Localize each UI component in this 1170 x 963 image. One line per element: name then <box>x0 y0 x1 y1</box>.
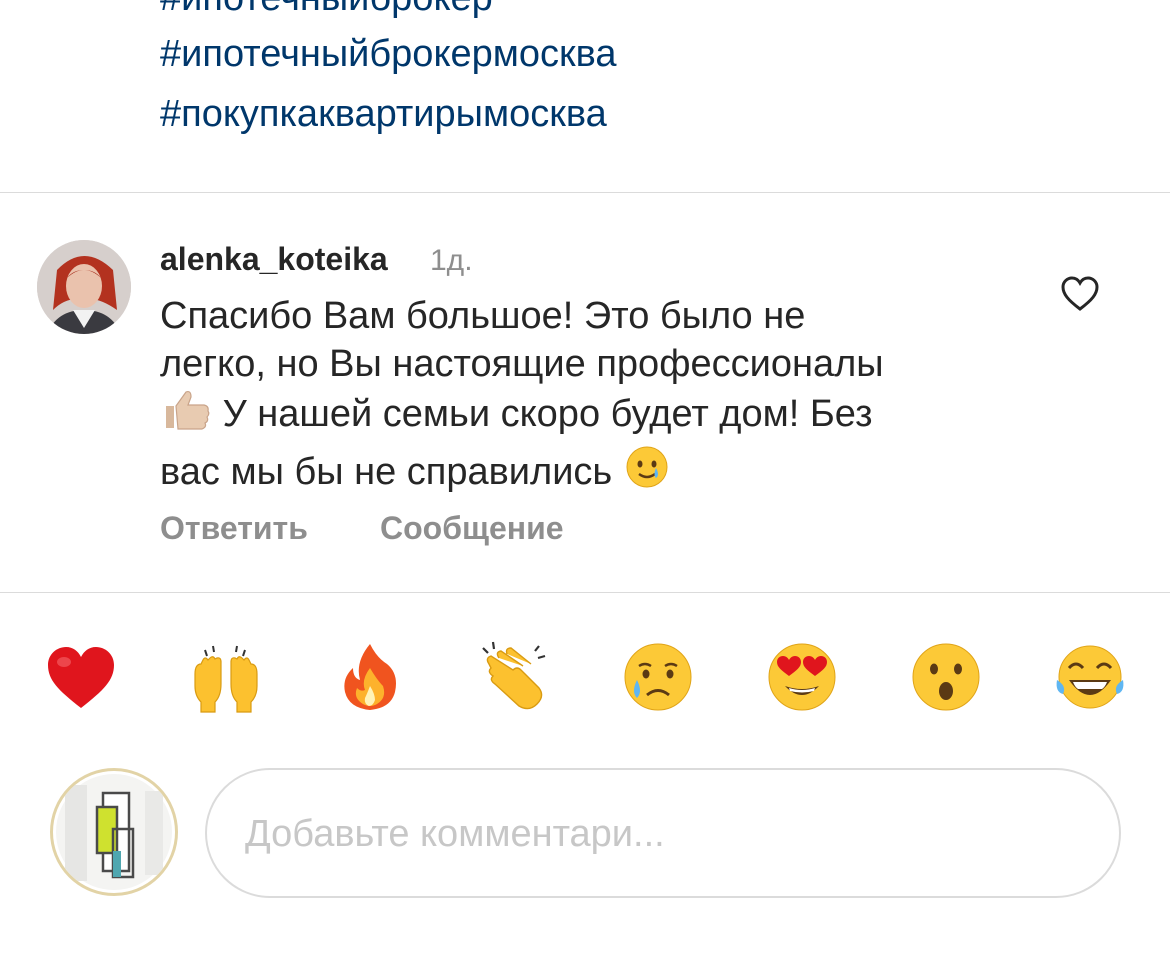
comment-timestamp: 1д. <box>430 244 473 277</box>
heart-outline-icon[interactable] <box>1060 275 1100 313</box>
message-button[interactable]: Сообщение <box>380 508 564 548</box>
comments-screen: #ипотечныйброкер #ипотечныйброкермосква … <box>0 0 1170 963</box>
face-with-open-mouth-emoji-icon[interactable] <box>909 640 983 714</box>
reply-button[interactable]: Ответить <box>160 508 308 548</box>
avatar[interactable] <box>37 240 131 334</box>
comment-text: Спасибо Вам большое! Это было не легко, … <box>160 292 1020 502</box>
raising-hands-emoji-icon[interactable] <box>189 640 263 714</box>
heart-eyes-emoji-icon[interactable] <box>765 640 839 714</box>
comment-line-text: вас мы бы не справились <box>160 451 613 493</box>
current-user-avatar[interactable] <box>50 768 178 896</box>
divider <box>0 592 1170 593</box>
comment-line: У нашей семьи скоро будет дом! Без <box>160 388 1020 444</box>
comment-line: Спасибо Вам большое! Это было не <box>160 295 806 337</box>
comment-line: легко, но Вы настоящие профессионалы <box>160 343 884 385</box>
hashtag-link[interactable]: #ипотечныйброкермосква <box>160 32 617 76</box>
thumbs-up-emoji-icon <box>160 388 212 444</box>
red-heart-emoji-icon[interactable] <box>44 640 118 714</box>
hashtag-link[interactable]: #покупкаквартирымосква <box>160 92 607 136</box>
clapping-hands-emoji-icon[interactable] <box>477 640 551 714</box>
comment-username[interactable]: alenka_koteika <box>160 240 388 278</box>
comment-composer <box>205 768 1121 898</box>
hashtag-link[interactable]: #ипотечныйброкер <box>160 0 493 20</box>
fire-emoji-icon[interactable] <box>333 640 407 714</box>
divider <box>0 192 1170 193</box>
comment-line-text: У нашей семьи скоро будет дом! Без <box>222 393 873 435</box>
tears-of-joy-emoji-icon[interactable] <box>1053 640 1127 714</box>
crying-face-emoji-icon[interactable] <box>621 640 695 714</box>
add-comment-input[interactable] <box>243 800 1087 868</box>
comment-line: вас мы бы не справились <box>160 444 1020 502</box>
smiling-face-with-tear-icon <box>623 444 671 502</box>
